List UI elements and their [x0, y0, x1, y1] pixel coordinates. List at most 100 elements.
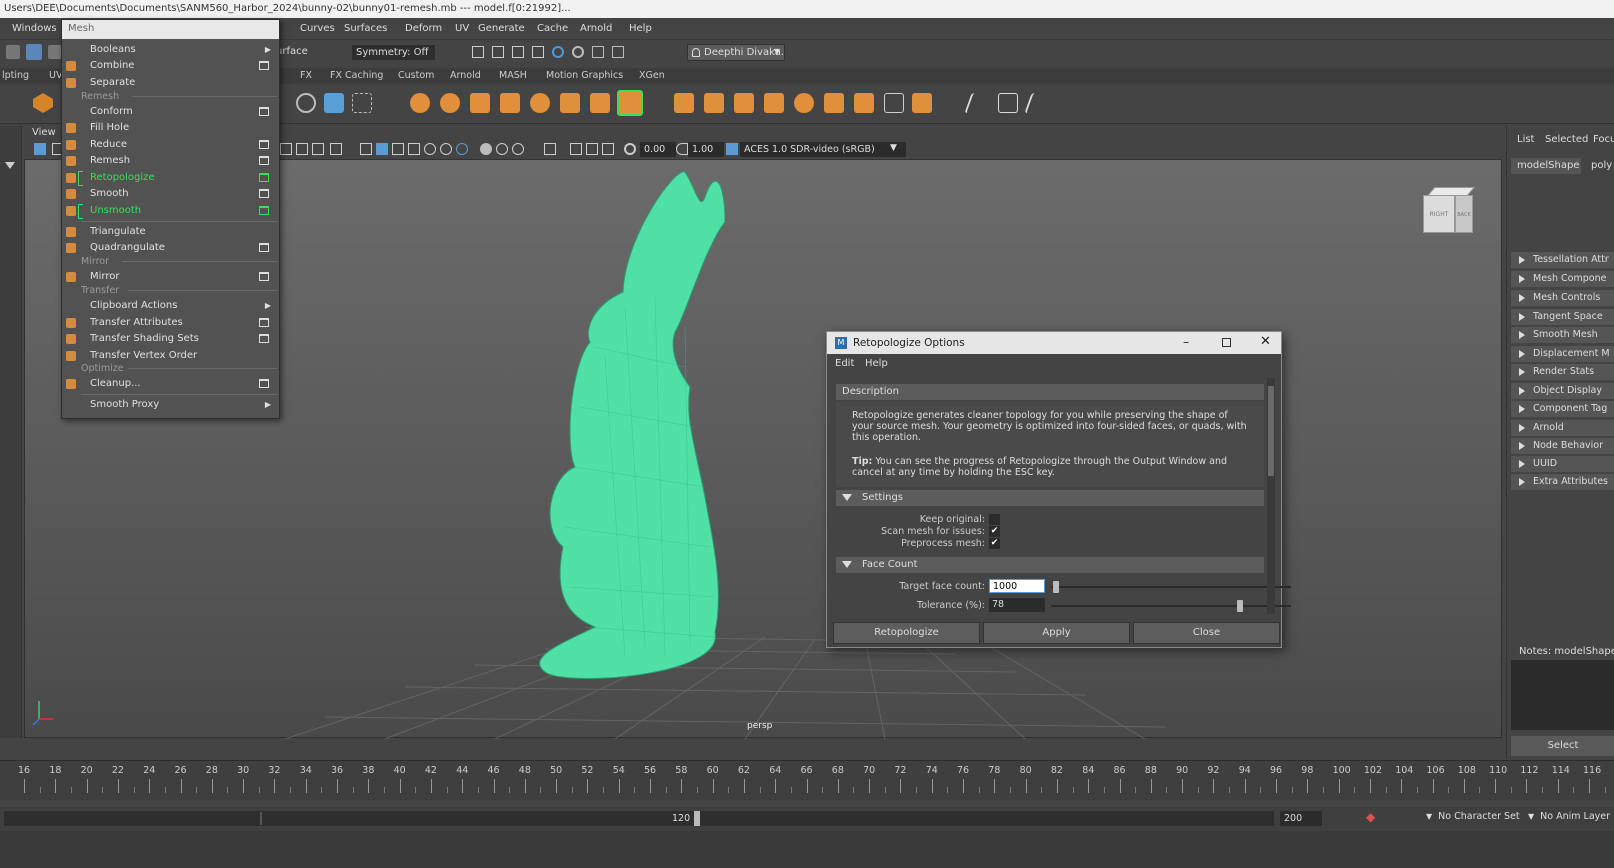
xray-icon[interactable]	[544, 143, 556, 155]
grid-icon[interactable]	[280, 143, 292, 155]
node-tab-modelshape[interactable]: modelShape	[1511, 158, 1581, 174]
option-box-icon[interactable]	[259, 107, 269, 116]
dialog-menu-edit[interactable]: Edit	[835, 358, 854, 369]
attr-section[interactable]: Mesh Controls	[1511, 290, 1614, 306]
scan-mesh-checkbox[interactable]: ✔	[989, 526, 1000, 537]
select-button[interactable]: Select	[1511, 736, 1614, 756]
close-button[interactable]: Close	[1133, 622, 1280, 644]
menu-item-transfer-attributes[interactable]: Transfer Attributes	[62, 315, 279, 331]
menu-item-retopologize[interactable]: Retopologize	[62, 170, 279, 186]
menu-curves[interactable]: Curves	[300, 23, 335, 34]
isolate-icon[interactable]	[456, 143, 468, 155]
hud-icon[interactable]	[602, 143, 614, 155]
target-face-input[interactable]: 1000	[989, 579, 1045, 593]
viewcube-back-face[interactable]: BACK	[1455, 195, 1473, 233]
collapse-icon[interactable]	[884, 93, 904, 113]
tolerance-input[interactable]: 78	[989, 598, 1045, 612]
preprocess-checkbox[interactable]: ✔	[989, 538, 1000, 549]
menu-item-reduce[interactable]: Reduce	[62, 137, 279, 153]
option-box-icon[interactable]	[259, 189, 269, 198]
lasso-tool-icon[interactable]	[26, 44, 42, 60]
attr-section[interactable]: Extra Attributes	[1511, 474, 1614, 490]
tab-list[interactable]: List	[1517, 134, 1534, 145]
xray-components-icon[interactable]	[586, 143, 598, 155]
component-icon[interactable]	[352, 93, 372, 113]
xray-joints-icon[interactable]	[570, 143, 582, 155]
settings-header[interactable]: Settings	[836, 490, 1264, 506]
dialog-menu-help[interactable]: Help	[865, 358, 888, 369]
target-weld-icon[interactable]	[824, 93, 844, 113]
menu-item-unsmooth[interactable]: Unsmooth	[62, 203, 279, 219]
viewcube-top-face[interactable]	[1427, 187, 1475, 196]
tab-arnold[interactable]: Arnold	[450, 70, 481, 81]
bridge-icon[interactable]	[704, 93, 724, 113]
option-box-icon[interactable]	[259, 173, 269, 182]
minimize-icon[interactable]: –	[1183, 335, 1189, 349]
character-set-dropdown[interactable]: ▼ No Character Set	[1426, 811, 1520, 822]
attr-section[interactable]: UUID	[1511, 456, 1614, 472]
multicut-icon[interactable]	[794, 93, 814, 113]
attr-section[interactable]: Tangent Space	[1511, 309, 1614, 325]
resolution-gate-icon[interactable]	[312, 143, 324, 155]
collapse-arrow-icon[interactable]	[5, 162, 15, 170]
option-box-icon[interactable]	[259, 379, 269, 388]
option-box-icon[interactable]	[259, 61, 269, 70]
mesh-menu-title[interactable]: Mesh	[62, 20, 279, 39]
attr-section[interactable]: Component Tag	[1511, 401, 1614, 417]
gate-mask-icon[interactable]	[330, 143, 342, 155]
anti-alias-icon[interactable]	[512, 143, 524, 155]
tolerance-slider-handle[interactable]	[1237, 600, 1243, 612]
tab-focus[interactable]: Focus	[1593, 134, 1614, 145]
menu-item-transfer-vertex-order[interactable]: Transfer Vertex Order	[62, 348, 279, 364]
option-box-icon[interactable]	[259, 243, 269, 252]
attr-section[interactable]: Arnold	[1511, 420, 1614, 436]
target-face-slider-track[interactable]	[1051, 586, 1291, 588]
target-face-slider-handle[interactable]	[1053, 581, 1059, 593]
attr-section[interactable]: Mesh Compone	[1511, 271, 1614, 287]
menu-item-smooth[interactable]: Smooth	[62, 186, 279, 202]
gamma-field[interactable]: 1.00	[688, 142, 724, 157]
menu-windows[interactable]: Windows	[12, 23, 57, 34]
viewcube-right-face[interactable]: RIGHT	[1423, 195, 1455, 233]
scrollbar-thumb[interactable]	[1268, 386, 1274, 476]
sculpt-tool-icon[interactable]	[296, 93, 316, 113]
boolean-icon[interactable]	[500, 93, 520, 113]
select-tool-icon[interactable]	[6, 45, 20, 59]
maximize-icon[interactable]	[1222, 338, 1231, 347]
option-box-icon[interactable]	[259, 140, 269, 149]
option-box-icon[interactable]	[259, 334, 269, 343]
edge-loop-icon[interactable]	[998, 93, 1018, 113]
select-camera-icon[interactable]	[34, 143, 46, 155]
combine-icon[interactable]	[410, 93, 430, 113]
tab-custom[interactable]: Custom	[398, 70, 434, 81]
tab-scripting[interactable]: lpting	[2, 70, 29, 81]
delete-edge-icon[interactable]	[912, 93, 932, 113]
menu-generate[interactable]: Generate	[478, 23, 525, 34]
offset-edge-icon[interactable]	[1024, 93, 1052, 113]
tolerance-slider-track[interactable]	[1051, 605, 1291, 607]
option-box-icon[interactable]	[259, 206, 269, 215]
poly-platonic-icon[interactable]	[33, 93, 53, 113]
retopologize-icon[interactable]	[617, 90, 643, 116]
tab-selected[interactable]: Selected	[1545, 134, 1588, 145]
option-box-icon[interactable]	[259, 318, 269, 327]
anim-layer-dropdown[interactable]: ▼ No Anim Layer	[1528, 811, 1610, 822]
surface-field[interactable]: urface	[276, 46, 308, 57]
notes-field[interactable]	[1511, 660, 1614, 730]
textured-icon[interactable]	[408, 143, 420, 155]
wireframe-icon[interactable]	[360, 143, 372, 155]
shadows-icon[interactable]	[440, 143, 452, 155]
range-slider-end-handle[interactable]	[694, 811, 700, 826]
option-box-icon[interactable]	[259, 156, 269, 165]
menu-item-conform[interactable]: Conform	[62, 104, 279, 120]
range-slider-start-handle[interactable]	[260, 812, 262, 825]
menu-item-separate[interactable]: Separate	[62, 75, 279, 91]
film-gate-icon[interactable]	[296, 143, 308, 155]
panel-menu-view[interactable]: View	[32, 127, 56, 138]
menu-item-quadrangulate[interactable]: Quadrangulate	[62, 240, 279, 256]
retopologize-button[interactable]: Retopologize	[833, 622, 980, 644]
view-cube[interactable]: RIGHT BACK	[1423, 187, 1475, 235]
tab-motion-graphics[interactable]: Motion Graphics	[546, 70, 623, 81]
menu-item-triangulate[interactable]: Triangulate	[62, 224, 279, 240]
menu-item-clipboard-actions[interactable]: Clipboard Actions ▶	[62, 298, 279, 314]
